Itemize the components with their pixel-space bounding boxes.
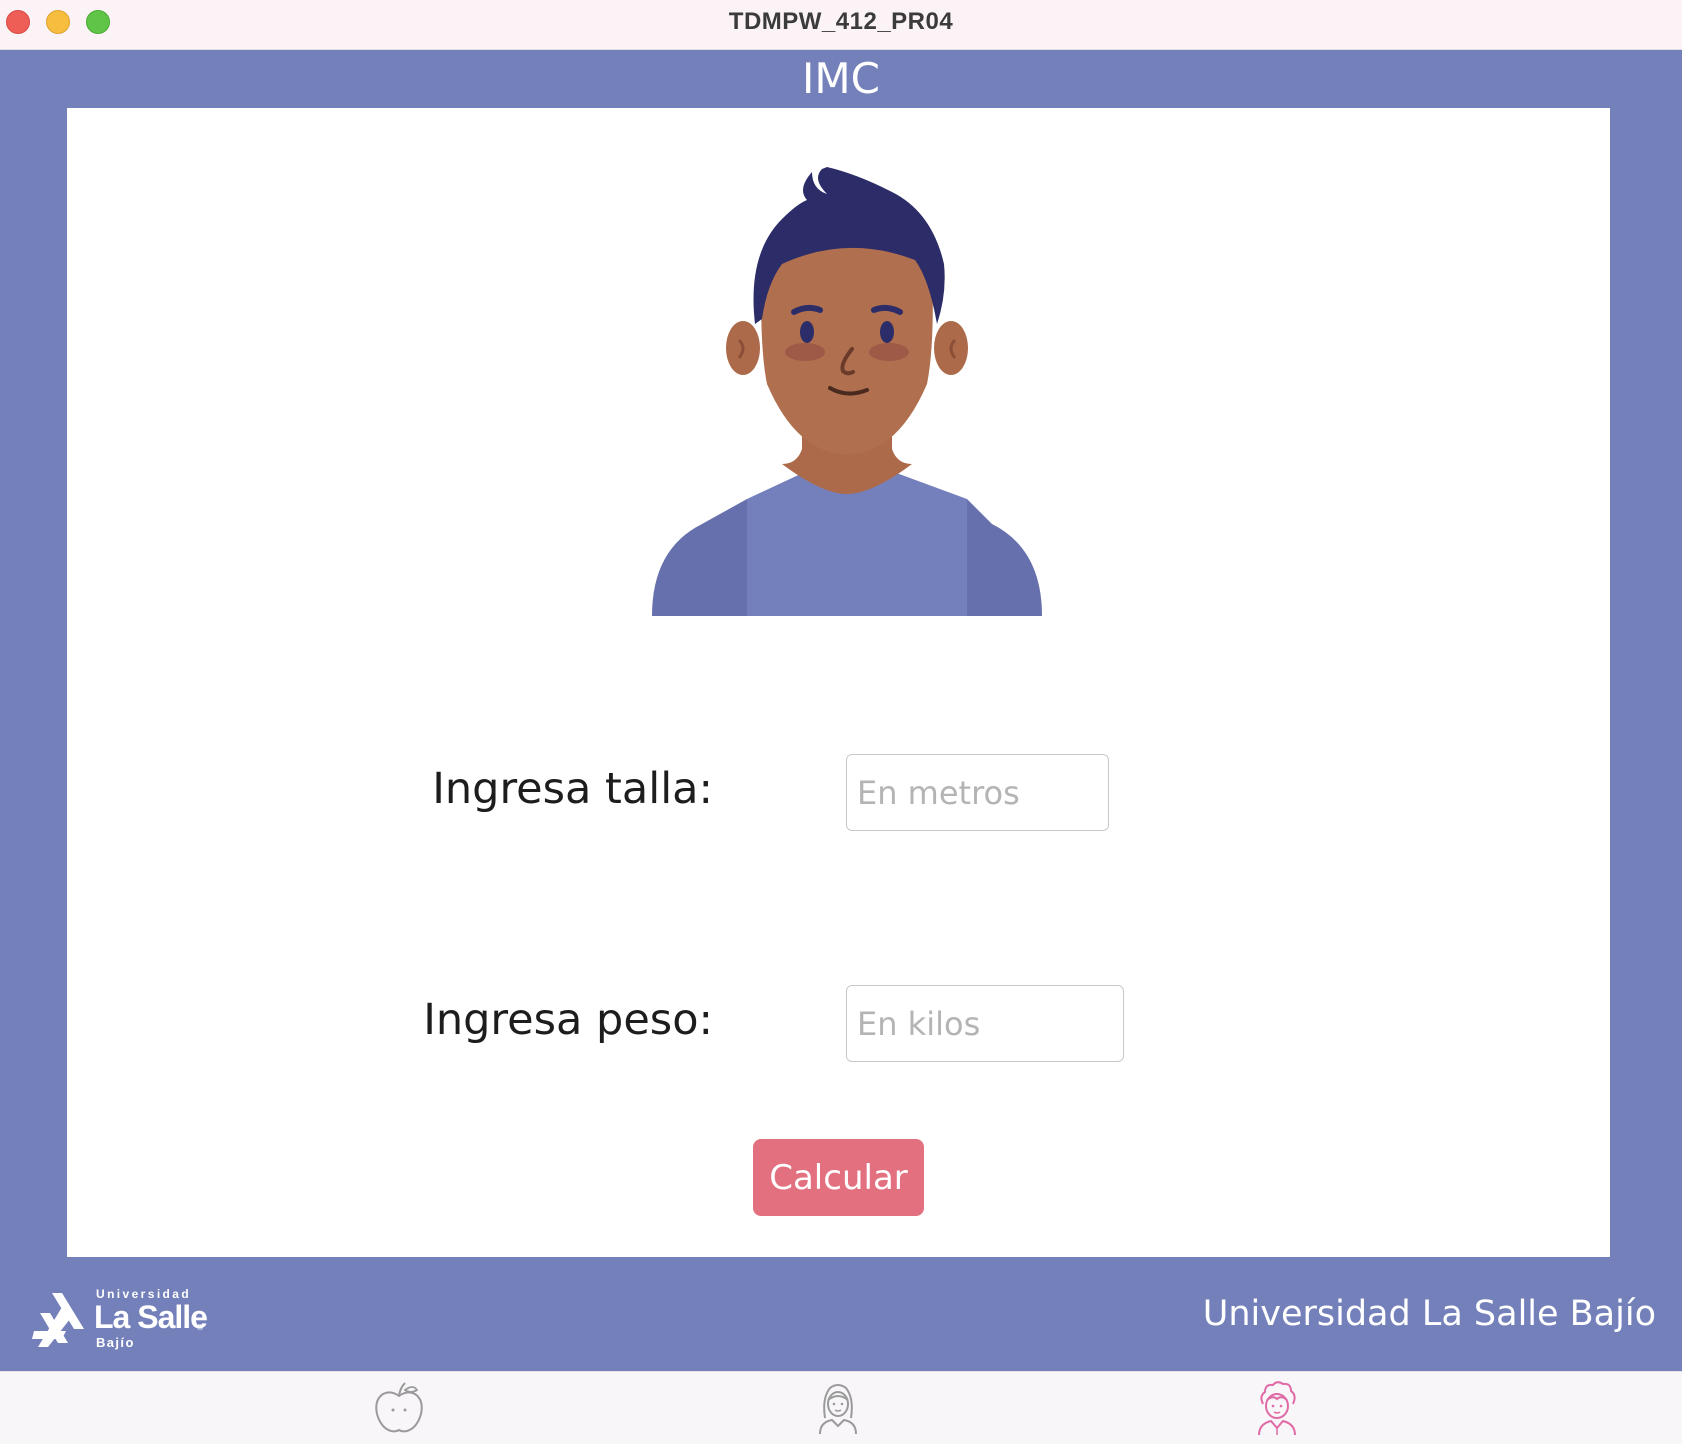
app-footer: Universidad La Salle ® Bajío Universidad… [0,1257,1682,1371]
main-card: Ingresa talla: Ingresa peso: Calcular [67,108,1610,1257]
window-title: TDMPW_412_PR04 [728,8,954,35]
talla-label: Ingresa talla: [432,764,713,814]
left-border-band [0,108,67,1257]
bottom-tab-bar [0,1371,1682,1444]
tab-curly-avatar[interactable] [1247,1378,1307,1438]
institution-name: Universidad La Salle Bajío [1202,1294,1656,1334]
app-header: IMC [0,50,1682,108]
registered-mark: ® [196,1323,204,1332]
peso-input[interactable] [846,985,1124,1062]
logo-text-bajio: Bajío [96,1335,135,1350]
man-avatar-illustration [652,167,1042,616]
curly-avatar-icon [1258,1381,1296,1436]
tab-woman-avatar[interactable] [808,1378,868,1438]
apple-icon [375,1382,423,1433]
window-title-bar: TDMPW_412_PR04 [0,0,1682,50]
la-salle-logo: Universidad La Salle ® Bajío [32,1287,212,1350]
page-title: IMC [802,54,880,103]
woman-avatar-icon [819,1384,857,1435]
right-border-band [1610,108,1682,1257]
talla-input[interactable] [846,754,1109,831]
calcular-button[interactable]: Calcular [753,1139,924,1216]
peso-label: Ingresa peso: [423,995,713,1045]
tab-apple[interactable] [369,1378,429,1438]
la-salle-emblem-icon [32,1293,84,1347]
logo-text-la-salle: La Salle [94,1299,208,1335]
